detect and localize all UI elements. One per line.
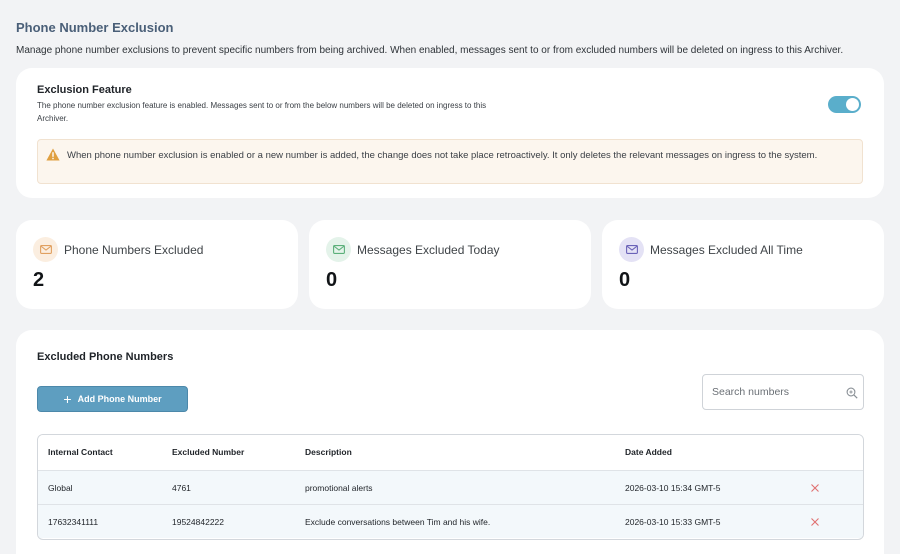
list-title: Excluded Phone Numbers — [37, 351, 174, 363]
internal-contact-cell: 17632341111 — [48, 517, 99, 527]
table-row: 17632341111 19524842222 Exclude conversa… — [38, 504, 863, 538]
exclusion-toggle[interactable] — [828, 96, 861, 113]
search-box — [702, 374, 864, 410]
table-header: Internal Contact Excluded Number Descrip… — [38, 435, 863, 469]
description-cell: promotional alerts — [305, 483, 373, 493]
stat-value: 0 — [619, 269, 631, 291]
excluded-number-cell: 19524842222 — [172, 517, 225, 527]
internal-contact-cell: Global — [48, 483, 73, 493]
page-description: Manage phone number exclusions to preven… — [16, 45, 844, 56]
stat-label: Messages Excluded All Time — [650, 243, 803, 257]
feature-description: The phone number exclusion feature is en… — [37, 101, 487, 123]
date-added-cell: 2026-03-10 15:33 GMT-5 — [625, 517, 721, 527]
page-title: Phone Number Exclusion — [16, 20, 174, 35]
column-header: Description — [305, 447, 352, 457]
envelope-icon — [326, 237, 351, 262]
column-header: Internal Contact — [48, 447, 113, 457]
warning-text: When phone number exclusion is enabled o… — [67, 150, 818, 161]
excluded-numbers-table: Internal Contact Excluded Number Descrip… — [37, 434, 864, 540]
add-phone-number-button[interactable]: + Add Phone Number — [37, 386, 188, 412]
description-cell: Exclude conversations between Tim and hi… — [305, 517, 491, 527]
excluded-numbers-card: Excluded Phone Numbers + Add Phone Numbe… — [16, 330, 884, 554]
stat-card-numbers-excluded: Phone Numbers Excluded 2 — [16, 220, 298, 309]
stat-label: Phone Numbers Excluded — [64, 243, 204, 257]
exclusion-feature-card: Exclusion Feature The phone number exclu… — [16, 68, 884, 198]
envelope-icon — [619, 237, 644, 262]
excluded-number-cell: 4761 — [172, 483, 191, 493]
toggle-knob — [846, 98, 859, 111]
warning-box: When phone number exclusion is enabled o… — [37, 139, 863, 184]
stat-value: 2 — [33, 269, 45, 291]
stat-card-messages-all-time: Messages Excluded All Time 0 — [602, 220, 884, 309]
search-input[interactable] — [712, 384, 837, 400]
add-button-label: Add Phone Number — [77, 394, 162, 404]
warning-icon — [46, 148, 60, 161]
plus-icon: + — [63, 391, 72, 407]
column-header: Date Added — [625, 447, 672, 457]
stat-label: Messages Excluded Today — [357, 243, 500, 257]
table-row: Global 4761 promotional alerts 2026-03-1… — [38, 470, 863, 504]
delete-icon[interactable] — [810, 483, 820, 493]
feature-title: Exclusion Feature — [37, 84, 132, 96]
stat-value: 0 — [326, 269, 338, 291]
delete-icon[interactable] — [810, 517, 820, 527]
date-added-cell: 2026-03-10 15:34 GMT-5 — [625, 483, 721, 493]
envelope-icon — [33, 237, 58, 262]
stat-card-messages-today: Messages Excluded Today 0 — [309, 220, 591, 309]
search-icon[interactable] — [846, 387, 858, 399]
column-header: Excluded Number — [172, 447, 245, 457]
